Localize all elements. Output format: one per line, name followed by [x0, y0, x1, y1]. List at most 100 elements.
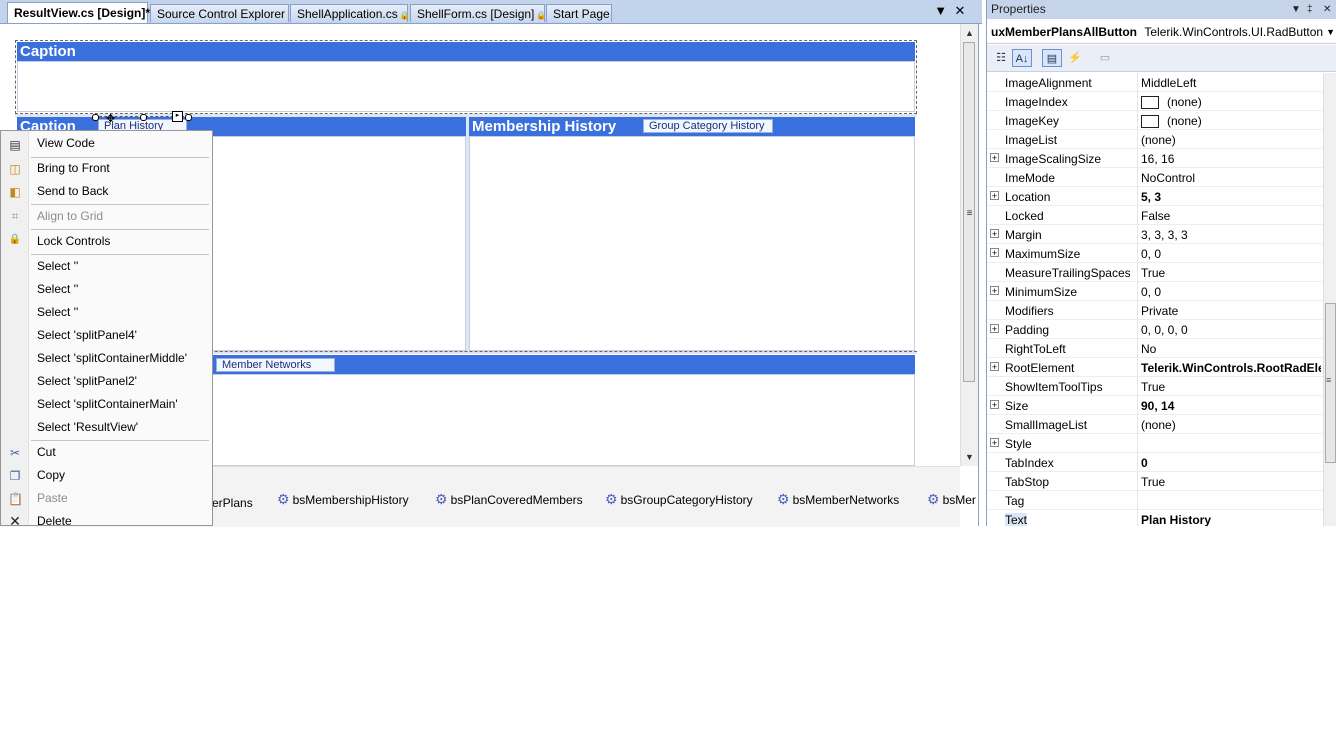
property-value[interactable]: 16, 16: [1141, 152, 1321, 166]
tray-item[interactable]: ⚙ bsMer: [927, 491, 976, 508]
properties-scrollbar[interactable]: ≡: [1323, 73, 1336, 526]
designer-vertical-scrollbar[interactable]: ▲ ≡ ▼: [960, 24, 978, 466]
tray-item[interactable]: ⚙ bsMembershipHistory: [277, 491, 409, 508]
property-row[interactable]: Text Plan History: [987, 510, 1323, 526]
alphabetical-icon[interactable]: A↓: [1012, 49, 1032, 67]
property-row[interactable]: TabIndex 0: [987, 453, 1323, 472]
property-value[interactable]: (none): [1141, 418, 1321, 432]
expand-icon[interactable]: +: [990, 229, 999, 239]
menu-item-lock-controls[interactable]: Lock Controls: [37, 234, 110, 248]
property-row[interactable]: + Margin 3, 3, 3, 3: [987, 225, 1323, 244]
window-dropdown-icon[interactable]: ▼: [1291, 0, 1301, 19]
property-row[interactable]: ImageKey (none): [987, 111, 1323, 130]
property-row[interactable]: ImageList (none): [987, 130, 1323, 149]
property-value[interactable]: 0, 0: [1141, 247, 1321, 261]
property-value[interactable]: Telerik.WinControls.RootRadElement: [1141, 361, 1321, 375]
expand-icon[interactable]: +: [990, 362, 999, 372]
expand-icon[interactable]: +: [990, 438, 999, 448]
tray-item[interactable]: ⚙ bsGroupCategoryHistory: [605, 491, 753, 508]
property-value[interactable]: 5, 3: [1141, 190, 1321, 204]
property-row[interactable]: ImageAlignment MiddleLeft: [987, 73, 1323, 92]
property-value[interactable]: False: [1141, 209, 1321, 223]
properties-icon[interactable]: ▤: [1042, 49, 1062, 67]
property-value[interactable]: NoControl: [1141, 171, 1321, 185]
tab-source-control-explorer[interactable]: Source Control Explorer: [150, 4, 289, 22]
property-row[interactable]: Modifiers Private: [987, 301, 1323, 320]
categorized-icon[interactable]: ☷: [991, 49, 1011, 67]
property-value[interactable]: 90, 14: [1141, 399, 1321, 413]
property-row[interactable]: + Padding 0, 0, 0, 0: [987, 320, 1323, 339]
pin-icon[interactable]: ‡: [1307, 0, 1313, 19]
tray-item[interactable]: ⚙ bsPlanCoveredMembers: [435, 491, 583, 508]
tab-resultview-design[interactable]: ResultView.cs [Design]*: [7, 2, 150, 23]
property-row[interactable]: + ImageScalingSize 16, 16: [987, 149, 1323, 168]
property-row[interactable]: TabStop True: [987, 472, 1323, 491]
menu-item-select-splitcontainermiddle[interactable]: Select 'splitContainerMiddle': [37, 351, 187, 365]
chevron-down-icon[interactable]: ▼: [1326, 20, 1335, 44]
expand-icon[interactable]: +: [990, 324, 999, 334]
expand-icon[interactable]: +: [990, 191, 999, 201]
object-selector[interactable]: uxMemberPlansAllButton Telerik.WinContro…: [987, 20, 1336, 44]
menu-item-select-splitpanel2[interactable]: Select 'splitPanel2': [37, 374, 137, 388]
property-row[interactable]: + MaximumSize 0, 0: [987, 244, 1323, 263]
expand-icon[interactable]: +: [990, 400, 999, 410]
tray-item[interactable]: erPlans: [212, 496, 253, 510]
expand-icon[interactable]: +: [990, 153, 999, 163]
menu-item-select-splitpanel4[interactable]: Select 'splitPanel4': [37, 328, 137, 342]
group-category-history-button[interactable]: Group Category History: [643, 119, 773, 133]
property-value[interactable]: (none): [1141, 133, 1321, 147]
property-pages-icon[interactable]: ▭: [1095, 49, 1115, 67]
property-value[interactable]: Private: [1141, 304, 1321, 318]
smart-tag-icon[interactable]: ▸: [172, 111, 183, 122]
property-value[interactable]: True: [1141, 266, 1321, 280]
menu-item-delete[interactable]: Delete: [37, 514, 72, 528]
property-row[interactable]: RightToLeft No: [987, 339, 1323, 358]
selection-handle[interactable]: [92, 114, 99, 121]
close-document-icon[interactable]: ✕: [952, 3, 968, 19]
scroll-down-icon[interactable]: ▼: [961, 452, 978, 462]
member-networks-button[interactable]: Member Networks: [216, 358, 335, 372]
membership-panel-body[interactable]: [469, 136, 915, 351]
menu-item-bring-to-front[interactable]: Bring to Front: [37, 161, 110, 175]
scroll-up-icon[interactable]: ▲: [961, 28, 978, 38]
tab-shellapplication[interactable]: ShellApplication.cs 🔒: [290, 4, 410, 22]
property-value[interactable]: 0, 0: [1141, 285, 1321, 299]
menu-item-cut[interactable]: Cut: [37, 445, 56, 459]
menu-item-select-resultview[interactable]: Select 'ResultView': [37, 420, 138, 434]
property-row[interactable]: Locked False: [987, 206, 1323, 225]
expand-icon[interactable]: +: [990, 248, 999, 258]
property-row[interactable]: Tag: [987, 491, 1323, 510]
tray-item[interactable]: ⚙ bsMemberNetworks: [777, 491, 899, 508]
property-row[interactable]: + Size 90, 14: [987, 396, 1323, 415]
property-row[interactable]: ShowItemToolTips True: [987, 377, 1323, 396]
selection-handle[interactable]: [185, 114, 192, 121]
property-row[interactable]: SmallImageList (none): [987, 415, 1323, 434]
property-row[interactable]: + RootElement Telerik.WinControls.RootRadE…: [987, 358, 1323, 377]
menu-item-send-to-back[interactable]: Send to Back: [37, 184, 108, 198]
tab-shellform-design[interactable]: ShellForm.cs [Design] 🔒: [410, 4, 546, 22]
property-value[interactable]: Plan History: [1141, 513, 1321, 526]
property-row[interactable]: ImageIndex (none): [987, 92, 1323, 111]
expand-icon[interactable]: +: [990, 286, 999, 296]
property-value[interactable]: 0, 0, 0, 0: [1141, 323, 1321, 337]
property-value[interactable]: (none): [1141, 95, 1321, 110]
menu-item-copy[interactable]: Copy: [37, 468, 65, 482]
property-value[interactable]: 0: [1141, 456, 1321, 470]
tab-start-page[interactable]: Start Page: [546, 4, 612, 22]
selection-handle[interactable]: [140, 114, 147, 121]
property-value[interactable]: 3, 3, 3, 3: [1141, 228, 1321, 242]
property-value[interactable]: True: [1141, 380, 1321, 394]
close-icon[interactable]: ✕: [1323, 0, 1331, 19]
property-value[interactable]: True: [1141, 475, 1321, 489]
top-panel-body[interactable]: [17, 61, 915, 112]
menu-item-align-to-grid[interactable]: Align to Grid: [37, 209, 103, 223]
move-handle-icon[interactable]: ✥: [106, 112, 115, 125]
property-value[interactable]: MiddleLeft: [1141, 76, 1321, 90]
menu-item-select[interactable]: Select '': [37, 305, 78, 319]
menu-item-view-code[interactable]: View Code: [37, 136, 95, 150]
property-row[interactable]: + Location 5, 3: [987, 187, 1323, 206]
property-row[interactable]: + Style: [987, 434, 1323, 453]
property-row[interactable]: ImeMode NoControl: [987, 168, 1323, 187]
menu-item-select[interactable]: Select '': [37, 259, 78, 273]
menu-item-select[interactable]: Select '': [37, 282, 78, 296]
